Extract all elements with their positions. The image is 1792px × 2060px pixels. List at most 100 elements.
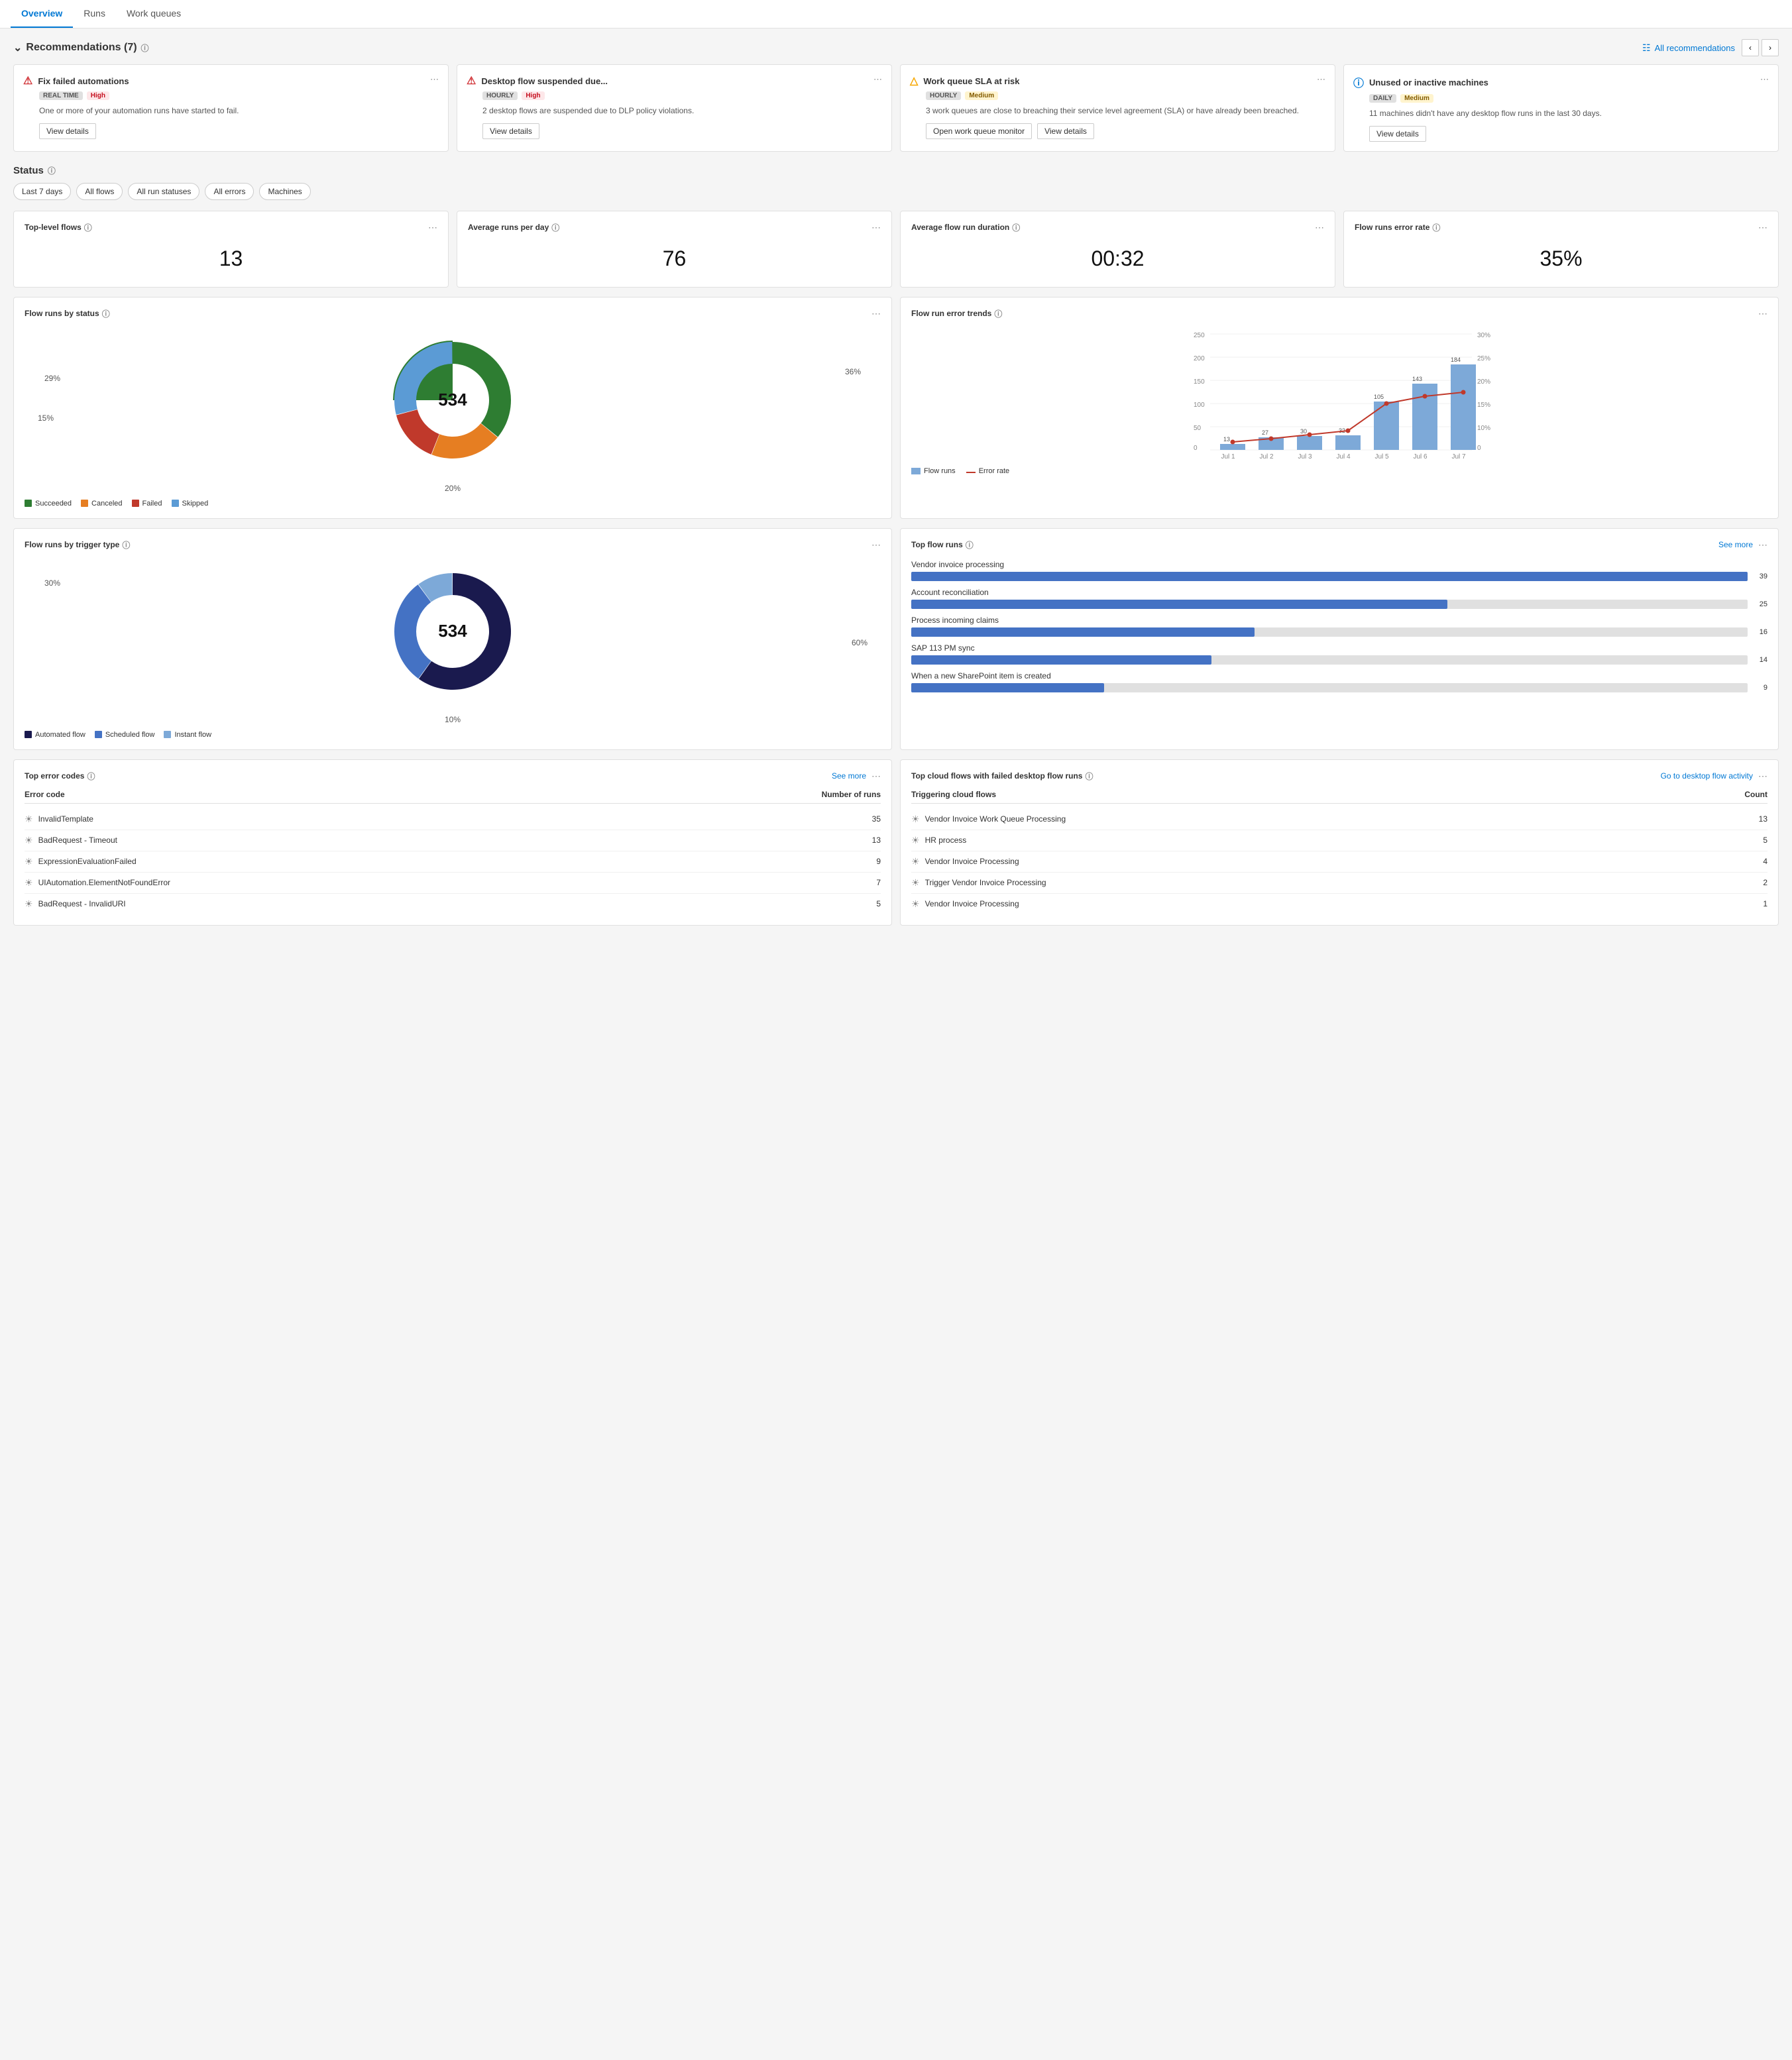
- error-flow-icon-0: ☀: [25, 814, 33, 825]
- badge-high-0: High: [87, 91, 109, 100]
- status-section: Status ⓘ Last 7 days All flows All run s…: [13, 165, 1779, 200]
- legend-scheduled: Scheduled flow: [95, 731, 155, 739]
- kpi-more-2[interactable]: ⋯: [1315, 222, 1324, 233]
- top-flows-info[interactable]: ⓘ: [966, 539, 974, 551]
- pct-automated: 60%: [852, 638, 868, 647]
- flow-bar-label-1: Account reconciliation: [911, 588, 1767, 597]
- error-codes-card: Top error codes ⓘ See more ⋯ Error code …: [13, 759, 892, 926]
- filter-last7days[interactable]: Last 7 days: [13, 183, 71, 200]
- rec-view-details-3[interactable]: View details: [1369, 126, 1426, 142]
- kpi-info-1[interactable]: ⓘ: [551, 222, 559, 233]
- rec-card-1: ⚠ Desktop flow suspended due... ⋯ HOURLY…: [457, 64, 892, 152]
- rec-view-details-2[interactable]: View details: [1037, 123, 1094, 139]
- cloud-flow-count-1: 5: [1763, 836, 1767, 845]
- filter-bar: Last 7 days All flows All run statuses A…: [13, 183, 1779, 200]
- cloud-flows-info[interactable]: ⓘ: [1085, 771, 1093, 782]
- chevron-down-icon[interactable]: ⌄: [13, 41, 22, 54]
- rec-open-monitor-2[interactable]: Open work queue monitor: [926, 123, 1032, 139]
- rec-view-details-1[interactable]: View details: [482, 123, 539, 139]
- goto-desktop-link[interactable]: Go to desktop flow activity: [1661, 771, 1753, 781]
- tab-overview[interactable]: Overview: [11, 0, 73, 28]
- rec-badges-0: REAL TIME High: [39, 91, 439, 100]
- error-codes-see-more[interactable]: See more: [832, 771, 866, 781]
- tab-work-queues[interactable]: Work queues: [116, 0, 192, 28]
- error-trends-info[interactable]: ⓘ: [994, 308, 1002, 319]
- kpi-more-0[interactable]: ⋯: [428, 222, 437, 233]
- flow-runs-status-info[interactable]: ⓘ: [102, 308, 110, 319]
- cloud-row-left-3: ☀ Trigger Vendor Invoice Processing: [911, 877, 1046, 889]
- kpi-info-3[interactable]: ⓘ: [1432, 222, 1440, 233]
- rec-more-0[interactable]: ⋯: [430, 74, 439, 85]
- error-trends-header: Flow run error trends ⓘ ⋯: [911, 308, 1767, 319]
- top-flows-see-more[interactable]: See more: [1718, 540, 1753, 549]
- cloud-row-left-2: ☀ Vendor Invoice Processing: [911, 856, 1019, 867]
- kpi-info-2[interactable]: ⓘ: [1012, 222, 1020, 233]
- legend-dot-automated: [25, 731, 32, 738]
- svg-text:15%: 15%: [1477, 402, 1490, 409]
- error-flow-icon-3: ☀: [25, 877, 33, 889]
- trigger-type-more[interactable]: ⋯: [871, 539, 881, 551]
- svg-text:30: 30: [1300, 428, 1307, 435]
- flow-runs-status-card: Flow runs by status ⓘ ⋯ 534 36%: [13, 297, 892, 519]
- rec-card-3: ⓘ Unused or inactive machines ⋯ DAILY Me…: [1343, 64, 1779, 152]
- error-code-3: UIAutomation.ElementNotFoundError: [38, 878, 170, 887]
- filter-allerrors[interactable]: All errors: [205, 183, 254, 200]
- cloud-flow-icon-3: ☀: [911, 877, 920, 889]
- badge-realtime-0: REAL TIME: [39, 91, 83, 100]
- rec-next-button[interactable]: ›: [1762, 39, 1779, 56]
- rec-more-1[interactable]: ⋯: [873, 74, 882, 85]
- error-trends-more[interactable]: ⋯: [1758, 308, 1767, 319]
- rec-more-3[interactable]: ⋯: [1760, 74, 1769, 85]
- flow-bar-wrap-0: 39: [911, 572, 1767, 581]
- svg-text:13: 13: [1223, 436, 1230, 443]
- badge-hourly-2: HOURLY: [926, 91, 961, 100]
- error-codes-info[interactable]: ⓘ: [87, 771, 95, 782]
- trigger-donut-container: 534: [25, 559, 881, 704]
- kpi-more-3[interactable]: ⋯: [1758, 222, 1767, 233]
- filter-machines[interactable]: Machines: [259, 183, 310, 200]
- flow-bar-value-4: 9: [1764, 683, 1767, 692]
- rec-prev-button[interactable]: ‹: [1742, 39, 1759, 56]
- filter-allflows[interactable]: All flows: [76, 183, 123, 200]
- cloud-flow-count-2: 4: [1763, 857, 1767, 866]
- rec-view-details-0[interactable]: View details: [39, 123, 96, 139]
- flow-runs-status-more[interactable]: ⋯: [871, 308, 881, 319]
- rec-desc-0: One or more of your automation runs have…: [39, 105, 439, 117]
- filter-allrunstatuses[interactable]: All run statuses: [128, 183, 199, 200]
- dot-jul6: [1423, 394, 1428, 398]
- rec-actions-3: View details: [1369, 126, 1769, 142]
- error-icon-1: ⚠: [467, 74, 476, 87]
- all-recommendations-button[interactable]: ☷ All recommendations: [1642, 42, 1735, 54]
- kpi-more-1[interactable]: ⋯: [871, 222, 881, 233]
- cloud-row-2: ☀ Vendor Invoice Processing 4: [911, 851, 1767, 873]
- trigger-type-info[interactable]: ⓘ: [122, 539, 130, 551]
- error-code-0: InvalidTemplate: [38, 814, 93, 824]
- flow-bar-wrap-2: 16: [911, 627, 1767, 637]
- recommendations-info-icon[interactable]: ⓘ: [141, 42, 149, 54]
- flow-bar-track-2: [911, 627, 1748, 637]
- recommendation-cards: ⚠ Fix failed automations ⋯ REAL TIME Hig…: [13, 64, 1779, 152]
- status-info-icon[interactable]: ⓘ: [48, 165, 56, 176]
- rec-badges-1: HOURLY High: [482, 91, 882, 100]
- bar-jul1: [1220, 444, 1245, 450]
- kpi-info-0[interactable]: ⓘ: [84, 222, 92, 233]
- error-codes-more[interactable]: ⋯: [871, 771, 881, 782]
- svg-text:0: 0: [1477, 445, 1481, 452]
- rec-more-2[interactable]: ⋯: [1317, 74, 1325, 85]
- legend-dot-skipped: [172, 500, 179, 507]
- tab-runs[interactable]: Runs: [73, 0, 116, 28]
- legend-succeeded: Succeeded: [25, 500, 72, 508]
- cloud-flow-count-0: 13: [1759, 814, 1767, 824]
- rec-desc-3: 11 machines didn't have any desktop flow…: [1369, 108, 1769, 119]
- top-flows-more[interactable]: ⋯: [1758, 539, 1767, 551]
- cloud-flows-more[interactable]: ⋯: [1758, 771, 1767, 782]
- legend-bar-flows: [911, 468, 921, 474]
- svg-text:150: 150: [1194, 378, 1205, 386]
- cloud-flow-name-0: Vendor Invoice Work Queue Processing: [925, 814, 1066, 824]
- dot-jul2: [1269, 436, 1274, 441]
- flow-bar-wrap-4: 9: [911, 683, 1767, 692]
- donut-status-label: 534: [438, 390, 467, 410]
- cloud-row-3: ☀ Trigger Vendor Invoice Processing 2: [911, 873, 1767, 894]
- rec-actions-0: View details: [39, 123, 439, 139]
- flow-bar-value-1: 25: [1760, 600, 1767, 609]
